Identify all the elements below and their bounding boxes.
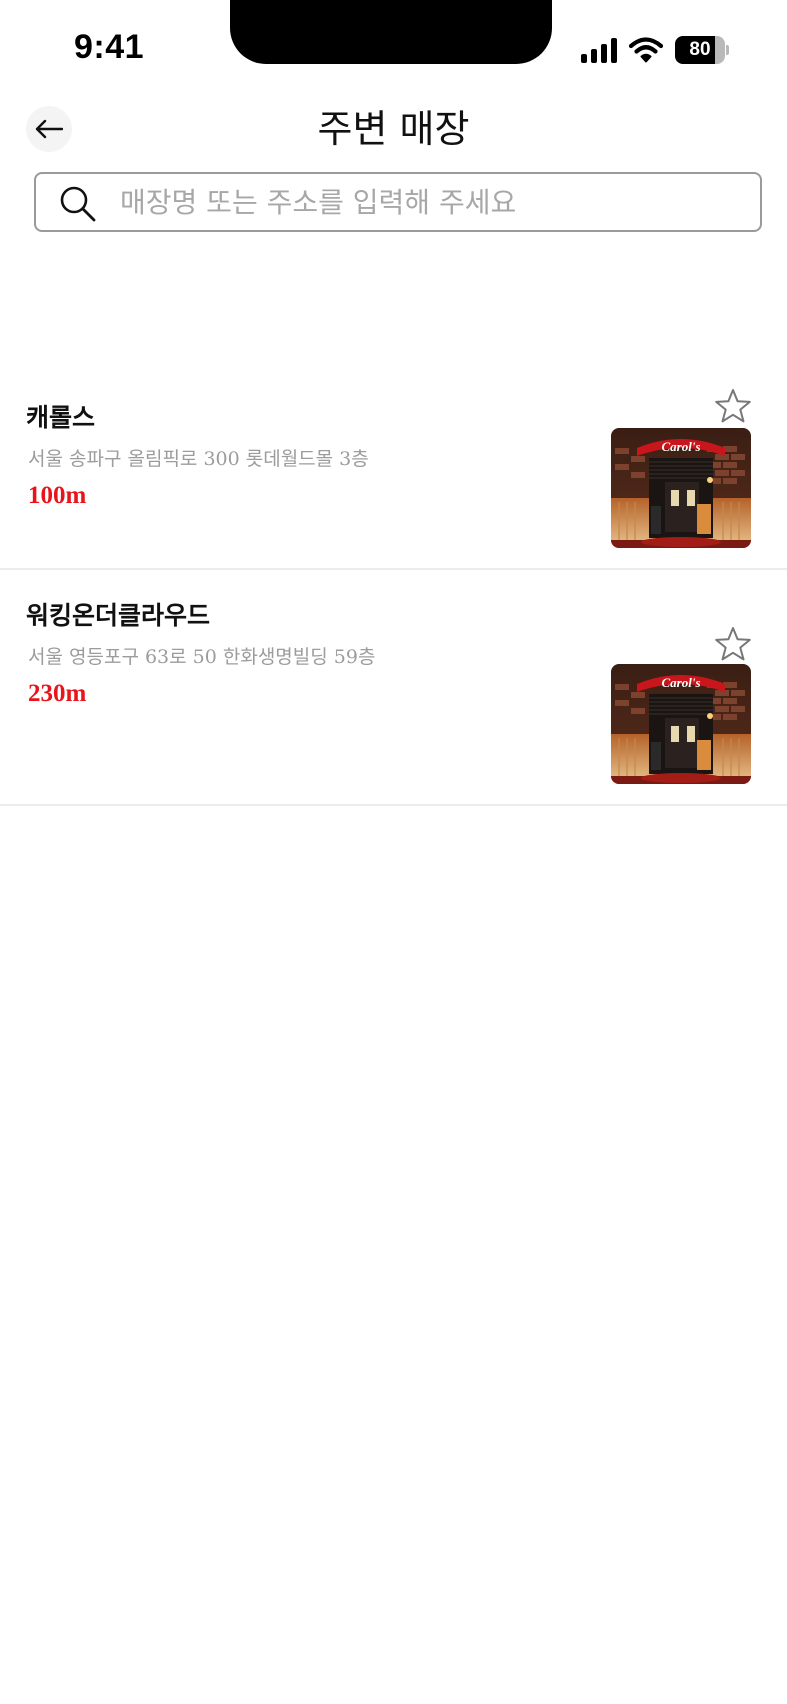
store-distance: 230m: [28, 680, 87, 707]
store-thumbnail: Carol's: [611, 664, 751, 784]
header: 주변 매장: [0, 96, 787, 156]
store-list-item[interactable]: 캐롤스 서울 송파구 올림픽로 300 롯데월드몰 3층 100m Carol'…: [0, 370, 787, 570]
thumbnail-sign-text: Carol's: [661, 675, 700, 690]
search-icon: [60, 186, 96, 222]
cellular-signal-icon: [581, 37, 617, 63]
star-outline-icon: [715, 389, 751, 423]
store-name: 워킹온더클라우드: [26, 601, 211, 630]
status-bar: 9:41 80: [0, 0, 787, 100]
store-address: 서울 송파구 올림픽로 300 롯데월드몰 3층: [28, 448, 369, 470]
store-list-item[interactable]: 워킹온더클라우드 서울 영등포구 63로 50 한화생명빌딩 59층 230m: [0, 570, 787, 806]
favorite-button[interactable]: [713, 624, 753, 664]
wifi-icon: [629, 37, 663, 63]
search-input[interactable]: [120, 182, 740, 222]
store-thumbnail: Carol's: [611, 428, 751, 548]
thumbnail-sign-text: Carol's: [661, 439, 700, 454]
store-list: 캐롤스 서울 송파구 올림픽로 300 롯데월드몰 3층 100m Carol'…: [0, 370, 787, 806]
store-distance: 100m: [28, 482, 87, 509]
battery-icon: 80: [675, 36, 729, 64]
battery-level: 80: [689, 39, 711, 60]
notch: [230, 0, 552, 64]
page-title: 주변 매장: [317, 107, 470, 151]
store-name: 캐롤스: [26, 403, 96, 432]
star-outline-icon: [715, 627, 751, 661]
store-address: 서울 영등포구 63로 50 한화생명빌딩 59층: [28, 646, 376, 668]
search-box[interactable]: [34, 172, 762, 232]
favorite-button[interactable]: [713, 386, 753, 426]
status-indicators: 80: [581, 36, 729, 64]
status-time: 9:41: [74, 28, 145, 66]
